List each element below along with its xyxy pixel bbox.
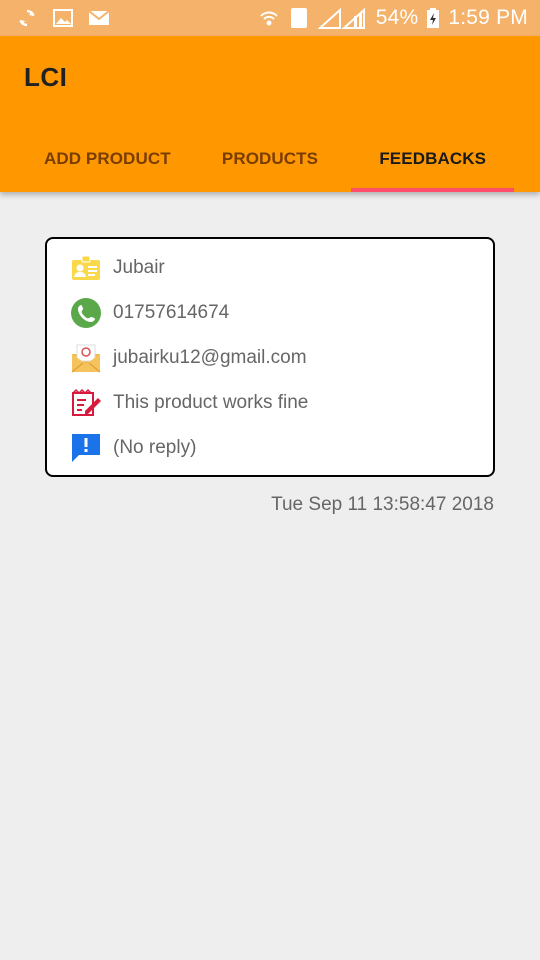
feedback-reply: (No reply): [113, 437, 197, 458]
id-card-icon: [69, 251, 103, 285]
phone-icon: [69, 296, 103, 330]
feedback-timestamp: Tue Sep 11 13:58:47 2018: [271, 494, 494, 515]
edit-note-icon: [69, 386, 103, 420]
tab-add-product[interactable]: ADD PRODUCT: [26, 126, 189, 192]
sim-icon: [288, 7, 310, 29]
feedback-email-row: jubairku12@gmail.com: [69, 341, 307, 375]
envelope-at-icon: [69, 341, 103, 375]
tab-feedbacks[interactable]: FEEDBACKS: [351, 126, 514, 192]
app-title: LCI: [24, 62, 68, 92]
feedback-name-row: Jubair: [69, 251, 165, 285]
feedback-card[interactable]: Jubair 01757614674 jubairku12@gmail.com: [45, 237, 495, 477]
app-bar: LCI ADD PRODUCT PRODUCTS FEEDBACKS: [0, 36, 540, 192]
tab-bar: ADD PRODUCT PRODUCTS FEEDBACKS: [26, 126, 514, 192]
wifi-call-icon: [258, 7, 280, 29]
sync-icon: [16, 7, 38, 29]
image-icon: [52, 7, 74, 29]
feedback-reply-row: (No reply): [69, 431, 196, 465]
signal-icon: [317, 7, 368, 29]
feedback-phone: 01757614674: [113, 302, 230, 323]
feedback-phone-row: 01757614674: [69, 296, 229, 330]
feedback-email: jubairku12@gmail.com: [113, 347, 307, 368]
feedback-message: This product works fine: [113, 392, 309, 413]
email-icon: [88, 7, 110, 29]
battery-charging-icon: [426, 7, 440, 29]
tab-products[interactable]: PRODUCTS: [189, 126, 352, 192]
clock: 1:59 PM: [448, 6, 528, 29]
status-bar: 54% 1:59 PM: [0, 0, 540, 36]
feedback-alert-icon: [69, 431, 103, 465]
feedback-message-row: This product works fine: [69, 386, 308, 420]
tab-indicator: [351, 188, 514, 192]
battery-percent: 54%: [375, 6, 419, 29]
feedback-name: Jubair: [113, 257, 165, 278]
